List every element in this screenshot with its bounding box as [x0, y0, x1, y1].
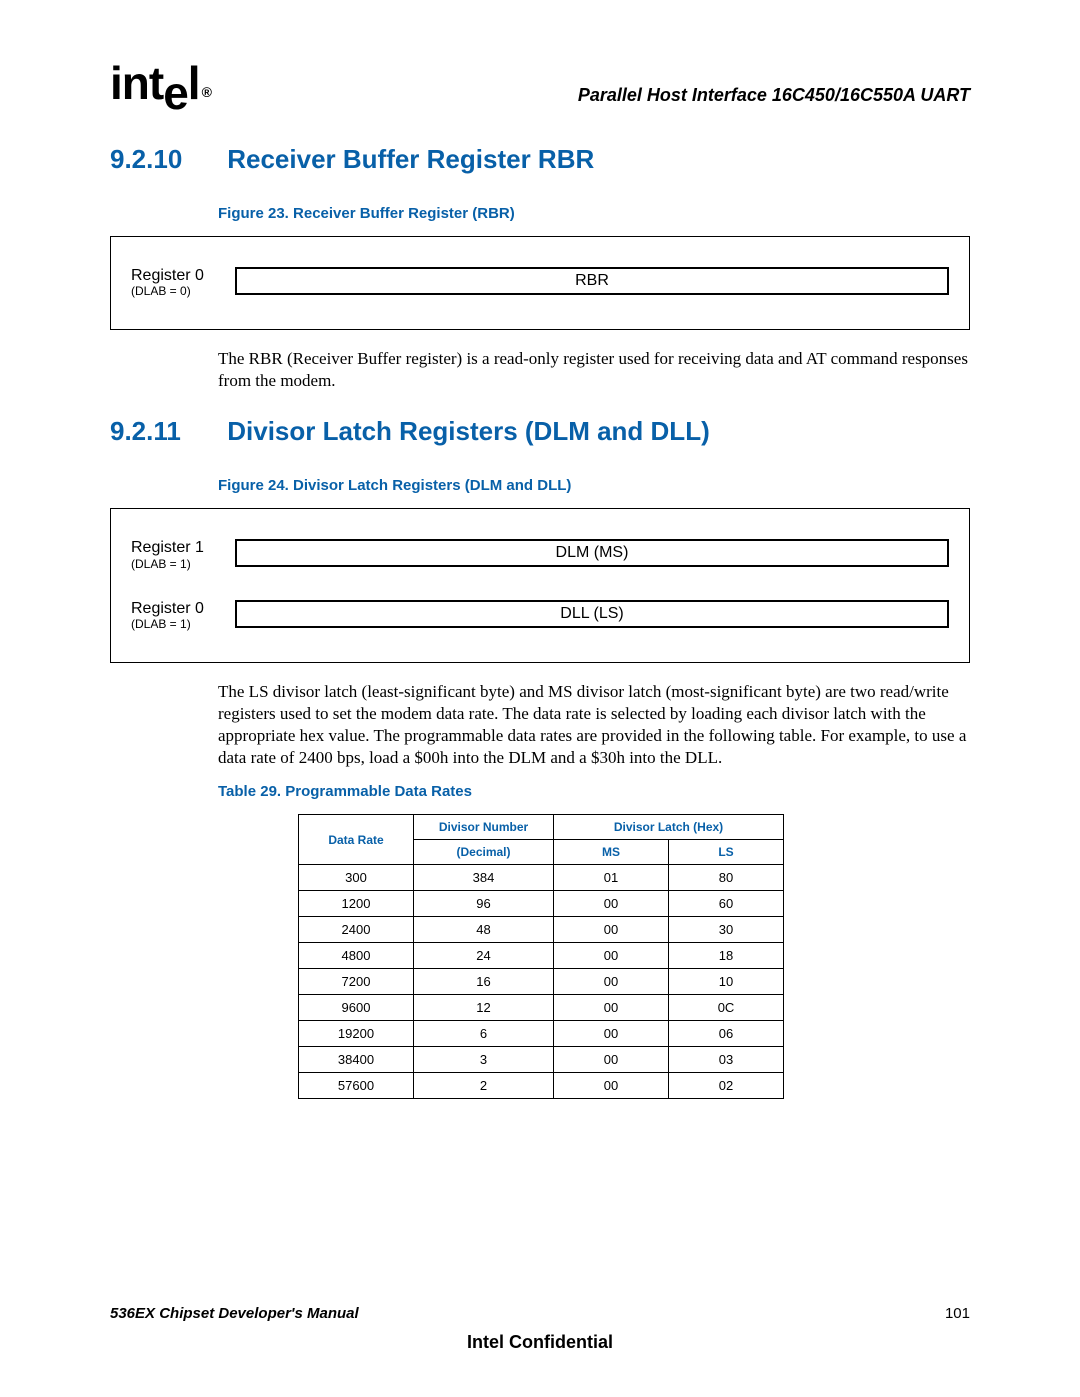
- table-cell: 57600: [299, 1073, 414, 1099]
- section-number: 9.2.11: [110, 416, 220, 447]
- register-row: Register 0 (DLAB = 1) DLL (LS): [131, 600, 949, 632]
- page-footer: 536EX Chipset Developer's Manual 101 Int…: [110, 1305, 970, 1353]
- table-cell: 00: [554, 891, 669, 917]
- section-title: Divisor Latch Registers (DLM and DLL): [227, 416, 710, 446]
- table-cell: 3: [414, 1047, 554, 1073]
- table-cell: 0C: [669, 995, 784, 1021]
- table-cell: 96: [414, 891, 554, 917]
- table-cell: 06: [669, 1021, 784, 1047]
- doc-title: Parallel Host Interface 16C450/16C550A U…: [578, 85, 970, 106]
- register-box: RBR: [235, 267, 949, 295]
- body-paragraph: The LS divisor latch (least-significant …: [218, 681, 970, 769]
- table-row: 4800240018: [299, 943, 784, 969]
- register-row: Register 1 (DLAB = 1) DLM (MS): [131, 539, 949, 571]
- col-subheader: MS: [554, 840, 669, 865]
- table-cell: 1200: [299, 891, 414, 917]
- register-row: Register 0 (DLAB = 0) RBR: [131, 267, 949, 299]
- section-heading: 9.2.10 Receiver Buffer Register RBR: [110, 144, 970, 175]
- table-row: 960012000C: [299, 995, 784, 1021]
- register-box: DLM (MS): [235, 539, 949, 567]
- col-subheader: (Decimal): [414, 840, 554, 865]
- table-cell: 9600: [299, 995, 414, 1021]
- col-header: Divisor Number: [414, 815, 554, 840]
- register-box: DLL (LS): [235, 600, 949, 628]
- table-cell: 00: [554, 943, 669, 969]
- register-label: Register 0 (DLAB = 0): [131, 267, 221, 299]
- table-cell: 48: [414, 917, 554, 943]
- table-cell: 30: [669, 917, 784, 943]
- col-header: Data Rate: [299, 815, 414, 865]
- data-rate-table: Data Rate Divisor Number Divisor Latch (…: [298, 814, 784, 1099]
- section-title: Receiver Buffer Register RBR: [227, 144, 594, 174]
- table-cell: 300: [299, 865, 414, 891]
- table-row: 3003840180: [299, 865, 784, 891]
- table-cell: 16: [414, 969, 554, 995]
- page-number: 101: [945, 1305, 970, 1322]
- table-row: 7200160010: [299, 969, 784, 995]
- intel-logo: intel®: [110, 60, 209, 106]
- table-cell: 00: [554, 1047, 669, 1073]
- table-cell: 00: [554, 917, 669, 943]
- table-cell: 00: [554, 1021, 669, 1047]
- table-row: 5760020002: [299, 1073, 784, 1099]
- table-cell: 18: [669, 943, 784, 969]
- section-number: 9.2.10: [110, 144, 220, 175]
- table-cell: 03: [669, 1047, 784, 1073]
- register-diagram: Register 0 (DLAB = 0) RBR: [110, 236, 970, 330]
- table-cell: 7200: [299, 969, 414, 995]
- table-cell: 00: [554, 995, 669, 1021]
- table-cell: 02: [669, 1073, 784, 1099]
- table-cell: 384: [414, 865, 554, 891]
- table-row: 1200960060: [299, 891, 784, 917]
- register-diagram: Register 1 (DLAB = 1) DLM (MS) Register …: [110, 508, 970, 662]
- table-cell: 80: [669, 865, 784, 891]
- register-label: Register 1 (DLAB = 1): [131, 539, 221, 571]
- table-row: 1920060006: [299, 1021, 784, 1047]
- table-cell: 00: [554, 969, 669, 995]
- table-cell: 6: [414, 1021, 554, 1047]
- table-cell: 01: [554, 865, 669, 891]
- table-cell: 19200: [299, 1021, 414, 1047]
- body-paragraph: The RBR (Receiver Buffer register) is a …: [218, 348, 970, 392]
- figure-caption: Figure 23. Receiver Buffer Register (RBR…: [218, 205, 970, 222]
- table-row: 2400480030: [299, 917, 784, 943]
- table-cell: 10: [669, 969, 784, 995]
- table-cell: 2: [414, 1073, 554, 1099]
- section-heading: 9.2.11 Divisor Latch Registers (DLM and …: [110, 416, 970, 447]
- table-cell: 38400: [299, 1047, 414, 1073]
- table-row: 3840030003: [299, 1047, 784, 1073]
- table-caption: Table 29. Programmable Data Rates: [218, 783, 970, 800]
- figure-caption: Figure 24. Divisor Latch Registers (DLM …: [218, 477, 970, 494]
- manual-name: 536EX Chipset Developer's Manual: [110, 1305, 359, 1322]
- table-cell: 2400: [299, 917, 414, 943]
- table-body: 3003840180120096006024004800304800240018…: [299, 865, 784, 1099]
- col-subheader: LS: [669, 840, 784, 865]
- page-header: intel® Parallel Host Interface 16C450/16…: [110, 60, 970, 106]
- confidential-mark: Intel Confidential: [110, 1332, 970, 1353]
- register-label: Register 0 (DLAB = 1): [131, 600, 221, 632]
- table-cell: 4800: [299, 943, 414, 969]
- table-cell: 00: [554, 1073, 669, 1099]
- table-cell: 60: [669, 891, 784, 917]
- table-cell: 24: [414, 943, 554, 969]
- col-header: Divisor Latch (Hex): [554, 815, 784, 840]
- table-cell: 12: [414, 995, 554, 1021]
